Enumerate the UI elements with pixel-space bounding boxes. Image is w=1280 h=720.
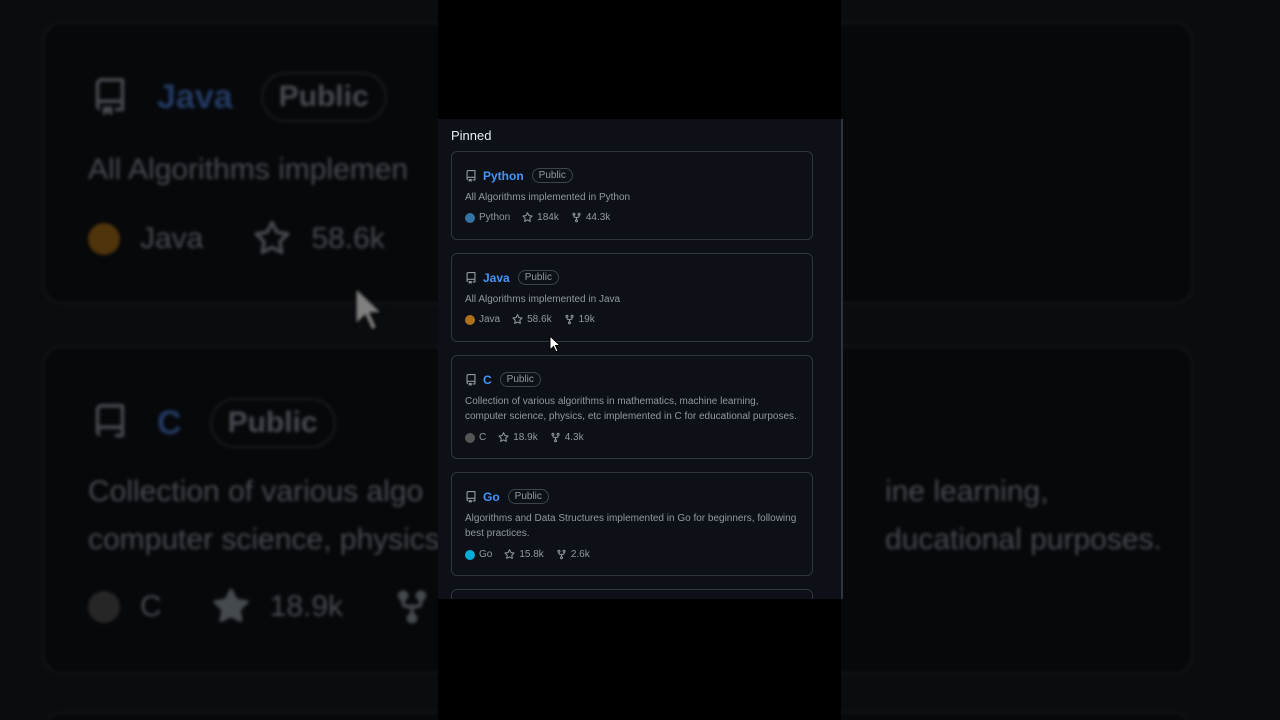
star-count: 18.9k: [513, 432, 538, 443]
repo-icon: [95, 404, 125, 438]
pinned-card-java[interactable]: Java Public All Algorithms implemented i…: [451, 253, 813, 342]
language-dot: [465, 212, 475, 223]
pinned-card-go[interactable]: Go Public Algorithms and Data Structures…: [451, 472, 813, 576]
bg-c-title: C: [157, 403, 182, 442]
star-icon: [504, 549, 515, 559]
forks-link[interactable]: 2.6k: [556, 549, 590, 560]
bg-java-desc: All Algorithms implemen: [88, 153, 409, 186]
pinned-title: Pinned: [451, 128, 492, 143]
forks-link[interactable]: 19k: [564, 314, 595, 325]
star-icon: [522, 212, 533, 222]
stars-link[interactable]: 18.9k: [498, 432, 538, 443]
repo-icon: [466, 373, 476, 386]
repo-icon: [466, 271, 476, 284]
repo-icon: [466, 490, 476, 503]
forks-link[interactable]: 4.3k: [550, 432, 584, 443]
bg-c-desc-4: ducational purposes.: [885, 523, 1162, 556]
language-dot: [465, 432, 475, 443]
visibility-badge: Public: [531, 168, 573, 183]
forks-link[interactable]: 44.3k: [571, 212, 610, 223]
repo-description: All Algorithms implemented in Python: [465, 192, 631, 203]
repo-language: C: [479, 432, 487, 443]
star-icon: [213, 588, 249, 623]
star-icon: [498, 432, 509, 442]
fork-count: 44.3k: [585, 212, 611, 223]
bg-cursor-icon: [354, 285, 385, 332]
bg-java-lang-dot: [88, 223, 120, 255]
pinned-panel: Pinned Python Public All Algorithms impl…: [438, 119, 843, 599]
fork-icon: [551, 432, 560, 443]
pinned-card-python[interactable]: Python Public All Algorithms implemented…: [451, 151, 813, 240]
fork-icon: [557, 549, 566, 560]
repo-description: Algorithms and Data Structures implement…: [465, 513, 797, 539]
fork-count: 4.3k: [564, 432, 584, 443]
fork-icon: [564, 314, 574, 325]
repo-link-c[interactable]: C: [483, 373, 492, 387]
fork-count: 19k: [578, 314, 595, 325]
bg-c-desc-1: Collection of various algo: [88, 475, 424, 508]
bg-java-lang: Java: [140, 222, 204, 255]
star-count: 184k: [537, 212, 559, 223]
fork-icon: [572, 212, 581, 223]
bg-java-title: Java: [157, 77, 233, 116]
mouse-cursor-icon: [549, 335, 561, 353]
stars-link[interactable]: 184k: [522, 212, 559, 223]
video-column: Pinned Python Public All Algorithms impl…: [438, 0, 843, 720]
repo-link-go[interactable]: Go: [483, 490, 500, 504]
stars-link[interactable]: 58.6k: [512, 314, 552, 325]
stars-link[interactable]: 15.8k: [504, 549, 544, 560]
repo-description: All Algorithms implemented in Java: [465, 294, 621, 305]
star-count: 15.8k: [519, 549, 544, 560]
pinned-card-partial[interactable]: [451, 589, 813, 599]
visibility-badge: Public: [517, 270, 559, 285]
repo-language: Python: [479, 212, 511, 223]
bg-c-stars: 18.9k: [269, 590, 344, 623]
bg-c-lang-dot: [88, 591, 120, 623]
fork-count: 2.6k: [570, 549, 590, 560]
star-count: 58.6k: [527, 314, 552, 325]
bg-c-desc-2: computer science, physics: [88, 523, 440, 556]
star-icon: [254, 220, 290, 255]
visibility-badge: Public: [499, 372, 541, 387]
bg-c-desc-3: ine learning,: [885, 475, 1049, 508]
repo-language: Go: [479, 549, 493, 560]
repo-icon: [466, 169, 476, 182]
repo-language: Java: [479, 314, 501, 325]
language-dot: [465, 549, 475, 560]
repo-link-python[interactable]: Python: [483, 169, 524, 183]
bg-c-badge: Public: [209, 398, 336, 448]
visibility-badge: Public: [507, 489, 549, 504]
repo-icon: [95, 78, 125, 116]
language-dot: [465, 314, 475, 325]
bg-java-stars: 58.6k: [311, 222, 385, 255]
star-icon: [512, 314, 523, 324]
bg-c-lang: C: [140, 590, 162, 623]
repo-link-java[interactable]: Java: [483, 271, 510, 285]
fork-icon: [397, 590, 427, 624]
repo-description: Collection of various algorithms in math…: [465, 396, 797, 422]
bg-java-badge: Public: [260, 72, 387, 122]
pinned-card-c[interactable]: C Public Collection of various algorithm…: [451, 355, 813, 459]
